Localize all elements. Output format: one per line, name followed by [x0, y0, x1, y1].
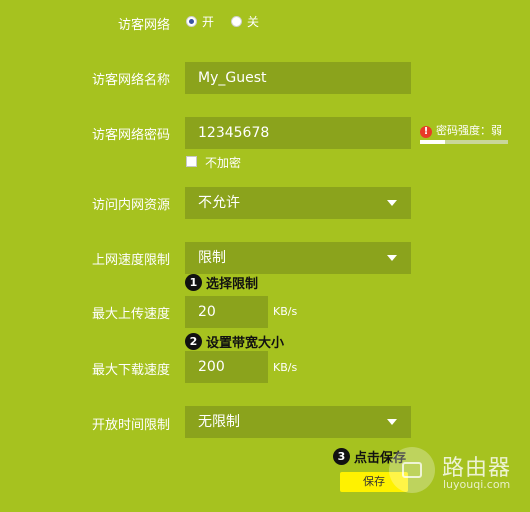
- guest-network-label: 访客网络: [117, 18, 170, 33]
- guest-network-off-label: 关: [247, 15, 260, 29]
- intranet-access-label: 访问内网资源: [91, 198, 170, 213]
- step-2-number: 2: [185, 333, 202, 350]
- chevron-down-icon: [387, 255, 397, 261]
- speed-limit-label: 上网速度限制: [91, 253, 170, 268]
- guest-network-on-label: 开: [202, 15, 215, 29]
- guest-network-name-label: 访客网络名称: [91, 73, 170, 88]
- max-download-input[interactable]: 200: [185, 351, 268, 383]
- max-download-label: 最大下载速度: [91, 363, 170, 378]
- no-encrypt-label: 不加密: [205, 156, 242, 170]
- intranet-access-value: 不允许: [198, 195, 240, 211]
- guest-network-password-input[interactable]: 12345678: [185, 117, 411, 149]
- step-2-text: 设置带宽大小: [206, 336, 285, 351]
- password-strength-bar: [420, 140, 508, 144]
- chevron-down-icon: [387, 200, 397, 206]
- watermark-url: luyouqi.com: [443, 478, 511, 491]
- open-time-limit-select[interactable]: 无限制: [185, 406, 411, 438]
- password-strength-text: 密码强度：弱: [436, 124, 502, 137]
- no-encrypt-checkbox[interactable]: [186, 156, 197, 167]
- guest-network-off-radio[interactable]: [231, 16, 242, 27]
- max-upload-unit: KB/s: [273, 305, 298, 318]
- warning-icon: !: [420, 126, 432, 138]
- max-upload-input[interactable]: 20: [185, 296, 268, 328]
- password-strength-fill: [420, 140, 445, 144]
- guest-network-password-label: 访客网络密码: [91, 128, 170, 143]
- chevron-down-icon: [387, 419, 397, 425]
- step-3-number: 3: [333, 448, 350, 465]
- max-upload-label: 最大上传速度: [91, 307, 170, 322]
- max-download-unit: KB/s: [273, 361, 298, 374]
- intranet-access-select[interactable]: 不允许: [185, 187, 411, 219]
- open-time-limit-label: 开放时间限制: [91, 418, 170, 433]
- step-2-annotation: 2 设置带宽大小: [185, 332, 284, 351]
- router-logo-icon: [389, 447, 435, 493]
- step-1-annotation: 1 选择限制: [185, 273, 258, 292]
- step-1-text: 选择限制: [206, 277, 259, 292]
- speed-limit-value: 限制: [198, 250, 226, 266]
- guest-network-on-radio[interactable]: [186, 16, 197, 27]
- open-time-limit-value: 无限制: [198, 414, 240, 430]
- step-1-number: 1: [185, 274, 202, 291]
- speed-limit-select[interactable]: 限制: [185, 242, 411, 274]
- guest-network-name-input[interactable]: My_Guest: [185, 62, 411, 94]
